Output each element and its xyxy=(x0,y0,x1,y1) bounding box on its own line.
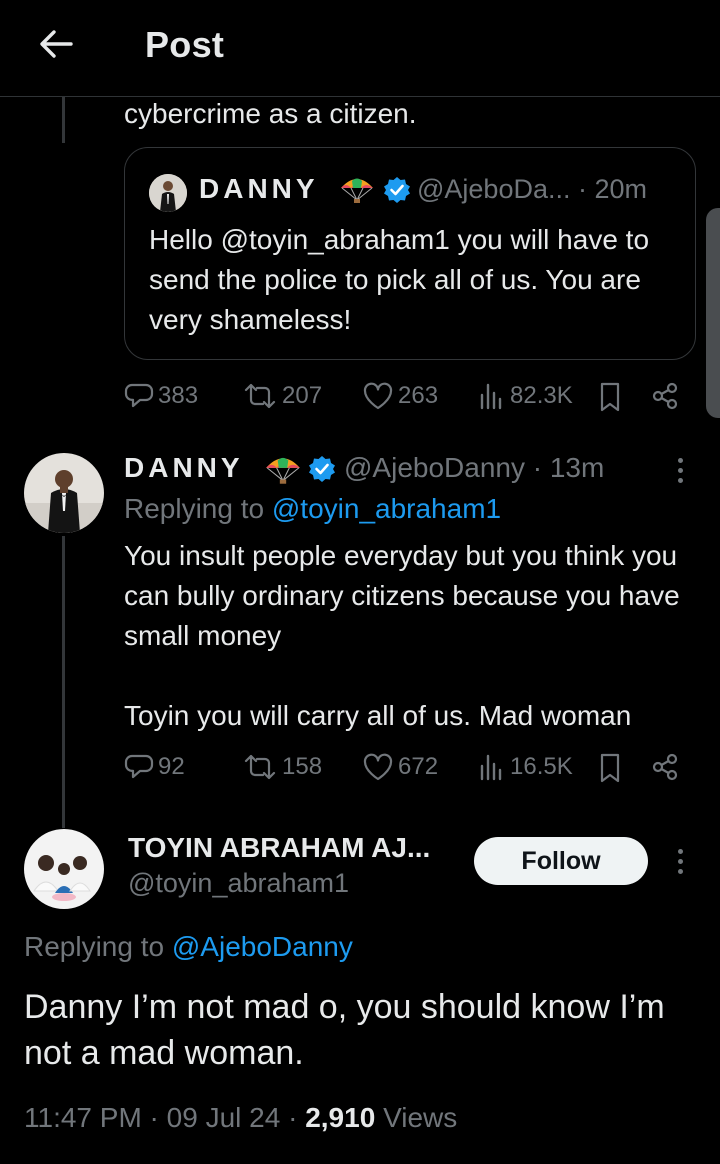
parachute-icon xyxy=(339,176,375,209)
arrow-left-icon xyxy=(40,30,73,58)
post-timestamp: 11:47 PM · 09 Jul 24 · 2,910 Views xyxy=(24,1102,458,1133)
views-count: 16.5K xyxy=(510,753,573,780)
repost-button[interactable]: 207 xyxy=(242,381,322,411)
quote-meta: @AjeboDa... · 20m xyxy=(417,174,648,204)
mention-link[interactable]: @AjeboDanny xyxy=(172,931,353,962)
more-dot xyxy=(677,457,683,463)
verified-badge-icon xyxy=(308,455,336,488)
more-dot xyxy=(677,467,683,473)
analytics-icon xyxy=(480,754,502,781)
page-title: Post xyxy=(145,24,225,65)
reply-icon xyxy=(124,383,154,408)
thread-line xyxy=(62,536,65,828)
reply-meta: @AjeboDanny · 13m xyxy=(344,452,605,483)
like-count: 263 xyxy=(398,382,439,409)
reply-button[interactable]: 92 xyxy=(124,752,185,782)
reply-text: You insult people everyday but you think… xyxy=(124,536,704,736)
mention-link[interactable]: @toyin_abraham1 xyxy=(272,493,501,524)
views-button[interactable]: 16.5K xyxy=(478,752,573,782)
post-text: Danny I’m not mad o, you should know I’m… xyxy=(24,988,665,1072)
back-button[interactable] xyxy=(34,24,78,64)
thread-line xyxy=(62,97,65,143)
avatar[interactable] xyxy=(24,829,104,909)
bookmark-button[interactable] xyxy=(596,752,624,784)
more-dot xyxy=(677,848,683,854)
reply-author-name: DANNY xyxy=(124,452,244,483)
replying-to: Replying to @AjeboDanny xyxy=(24,931,353,963)
like-button[interactable]: 263 xyxy=(362,381,438,411)
avatar xyxy=(149,174,187,212)
quote-text: Hello @toyin_abraham1 you will have to s… xyxy=(149,224,650,335)
bookmark-icon xyxy=(600,753,620,783)
share-button[interactable] xyxy=(650,381,680,411)
views-button[interactable]: 82.3K xyxy=(478,381,573,411)
reply-count: 92 xyxy=(158,753,185,780)
more-options-button[interactable] xyxy=(668,841,692,881)
like-count: 672 xyxy=(398,753,439,780)
more-dot xyxy=(677,868,683,874)
follow-button[interactable]: Follow xyxy=(474,837,648,885)
post-views-count: 2,910 xyxy=(305,1102,376,1133)
bookmark-icon xyxy=(600,382,620,412)
repost-count: 207 xyxy=(282,382,323,409)
reply-text-paragraph: You insult people everyday but you think… xyxy=(124,540,680,651)
quoted-post[interactable]: DANNY @AjeboDa... · 20m Hello @toyin_abr… xyxy=(124,147,696,360)
parachute-icon xyxy=(264,455,302,490)
quote-author-name: DANNY xyxy=(199,173,319,204)
post-date: 09 Jul 24 xyxy=(166,1102,281,1133)
avatar[interactable] xyxy=(24,453,104,533)
verified-badge-icon xyxy=(383,176,411,209)
more-options-button[interactable] xyxy=(668,450,692,490)
share-button[interactable] xyxy=(650,752,680,782)
post-author-handle[interactable]: @toyin_abraham1 xyxy=(128,868,349,899)
reply-count: 383 xyxy=(158,382,199,409)
repost-button[interactable]: 158 xyxy=(242,752,322,782)
reply-icon xyxy=(124,754,154,779)
views-count: 82.3K xyxy=(510,382,573,409)
repost-count: 158 xyxy=(282,753,323,780)
heart-icon xyxy=(363,753,393,781)
post-views-label: Views xyxy=(383,1102,458,1133)
replying-to-prefix: Replying to xyxy=(124,493,272,524)
action-bar: 92 158 672 16.5K xyxy=(124,752,684,788)
repost-icon xyxy=(244,754,276,780)
reply-text-paragraph: Toyin you will carry all of us. Mad woma… xyxy=(124,700,632,731)
post-author-name[interactable]: TOYIN ABRAHAM AJ... xyxy=(128,832,430,864)
top-bar: Post xyxy=(0,0,720,97)
action-bar: 383 207 263 82.3K xyxy=(124,381,684,417)
replying-to: Replying to @toyin_abraham1 xyxy=(124,493,501,525)
heart-icon xyxy=(363,382,393,410)
bookmark-button[interactable] xyxy=(596,381,624,413)
replying-to-prefix: Replying to xyxy=(24,931,172,962)
post-text-continuation: cybercrime as a citizen. xyxy=(124,98,417,129)
like-button[interactable]: 672 xyxy=(362,752,438,782)
more-dot xyxy=(677,477,683,483)
scroll-handle[interactable] xyxy=(706,208,720,418)
share-icon xyxy=(652,382,678,410)
share-icon xyxy=(652,753,678,781)
analytics-icon xyxy=(480,383,502,410)
repost-icon xyxy=(244,383,276,409)
post-time: 11:47 PM xyxy=(24,1102,142,1133)
more-dot xyxy=(677,858,683,864)
reply-button[interactable]: 383 xyxy=(124,381,198,411)
